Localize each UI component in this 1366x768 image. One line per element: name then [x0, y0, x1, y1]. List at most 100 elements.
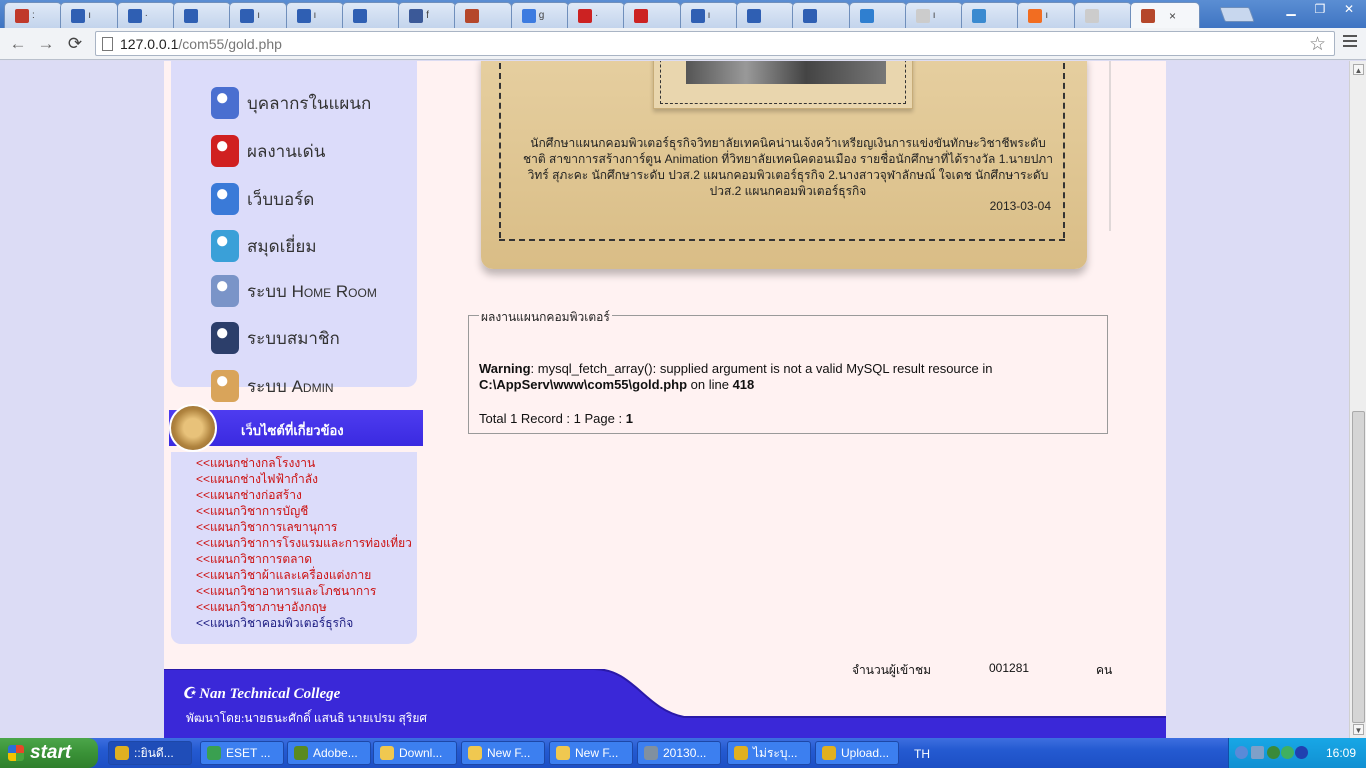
browser-tab[interactable]: ×	[1130, 2, 1200, 29]
tab-label: ı	[1045, 10, 1049, 21]
browser-tab[interactable]	[172, 2, 231, 28]
browser-tab[interactable]	[848, 2, 907, 28]
taskbar-item[interactable]: Adobe...	[287, 741, 371, 765]
related-site-link[interactable]: <<แผนกช่างก่อสร้าง	[196, 487, 417, 503]
related-site-link[interactable]: <<แผนกช่างกลโรงงาน	[196, 455, 417, 471]
blogger-icon	[1028, 8, 1043, 23]
browser-tab[interactable]	[623, 2, 682, 28]
dreamweaver-icon	[294, 746, 308, 760]
sidebar-menu-item[interactable]: ผลงานเด่น	[211, 135, 325, 167]
address-bar[interactable]: 127.0.0.1/com55/gold.php ☆	[95, 31, 1335, 56]
browser-tab[interactable]	[454, 2, 513, 28]
page-icon	[690, 8, 705, 23]
taskbar-item[interactable]: New F...	[549, 741, 633, 765]
scroll-thumb[interactable]	[1352, 411, 1365, 723]
sidebar-menu-item[interactable]: บุคลากรในแผนก	[211, 87, 371, 119]
related-site-link[interactable]: <<แผนกวิชาผ้าและเครื่องแต่งกาย	[196, 567, 417, 583]
sidebar-menu-item[interactable]: ระบบ Admin	[211, 370, 334, 402]
related-site-link[interactable]: <<แผนกวิชาการเลขานุการ	[196, 519, 417, 535]
language-indicator[interactable]: TH	[914, 747, 930, 761]
network-icon[interactable]	[1251, 746, 1264, 759]
page-icon	[127, 8, 142, 23]
college-seal-icon	[169, 404, 217, 452]
related-site-link[interactable]: <<แผนกวิชาการบัญชี	[196, 503, 417, 519]
taskbar-item[interactable]: Downl...	[373, 741, 457, 765]
scroll-down-arrow-icon[interactable]: ▼	[1353, 724, 1364, 735]
news-scrollbar[interactable]	[1109, 61, 1111, 231]
url-path: /com55/gold.php	[178, 35, 282, 52]
search-icon	[972, 8, 987, 23]
tray-arrow-icon[interactable]	[1235, 746, 1248, 759]
browser-tab[interactable]	[961, 2, 1020, 28]
tab-label: f	[426, 10, 429, 21]
related-site-link[interactable]: <<แผนกวิชาคอมพิวเตอร์ธุรกิจ	[196, 615, 417, 631]
page-icon	[352, 8, 367, 23]
browser-tab[interactable]: ı	[1017, 2, 1076, 28]
sidebar-menu-item[interactable]: ระบบสมาชิก	[211, 322, 340, 354]
page-footer: ☪ Nan Technical College พัฒนาโดย:นายธนะศ…	[164, 669, 1166, 738]
opera-icon	[15, 8, 29, 23]
browser-menu-icon[interactable]	[1343, 35, 1357, 50]
browser-tab[interactable]: ·	[116, 2, 175, 28]
url-host: 127.0.0.1	[120, 35, 179, 52]
flag-icon	[578, 8, 592, 23]
related-site-link[interactable]: <<แผนกวิชาการโรงแรมและการท่องเที่ยว	[196, 535, 417, 551]
start-button[interactable]: start	[0, 738, 98, 768]
reload-icon[interactable]: ⟳	[65, 34, 85, 54]
homeroom-icon	[211, 275, 239, 307]
close-window-button[interactable]: ✕	[1336, 0, 1362, 18]
back-arrow-icon[interactable]: ←	[8, 34, 28, 54]
sidebar-menu-item[interactable]: ระบบ Home Room	[211, 275, 377, 307]
browser-tab[interactable]	[1073, 2, 1132, 28]
forward-arrow-icon[interactable]: →	[36, 34, 56, 54]
related-site-link[interactable]: <<แผนกวิชาภาษาอังกฤษ	[196, 599, 417, 615]
related-site-link[interactable]: <<แผนกวิชาการตลาด	[196, 551, 417, 567]
page-icon	[71, 8, 86, 23]
taskbar-item[interactable]: New F...	[461, 741, 545, 765]
taskbar-item[interactable]: Upload...	[815, 741, 899, 765]
facebook-icon	[409, 8, 424, 23]
related-site-link[interactable]: <<แผนกวิชาอาหารและโภชนาการ	[196, 583, 417, 599]
browser-tab[interactable]: ı	[229, 2, 288, 28]
browser-tab[interactable]: ı	[60, 2, 119, 28]
taskbar-item[interactable]: 20130...	[637, 741, 721, 765]
php-warning: Warning: mysql_fetch_array(): supplied a…	[479, 361, 1079, 393]
page-icon	[746, 8, 761, 23]
window-controls: ▁ ❐ ✕	[1278, 0, 1362, 18]
page-scrollbar[interactable]: ▲ ▼	[1349, 61, 1366, 738]
new-tab-button[interactable]	[1219, 7, 1255, 22]
browser-tab[interactable]: g	[510, 2, 569, 28]
windows-taskbar: start TH 16:09 ::ยินดี... ESET ... Adobe..…	[0, 738, 1366, 768]
browser-tab[interactable]: ı	[679, 2, 738, 28]
browser-tab[interactable]: f	[398, 2, 457, 28]
browser-tab[interactable]	[735, 2, 794, 28]
close-tab-icon[interactable]: ×	[1169, 9, 1176, 23]
browser-tab[interactable]	[341, 2, 400, 28]
browser-tab[interactable]: ı	[904, 2, 963, 28]
browser-tab[interactable]: ı	[285, 2, 344, 28]
clock[interactable]: 16:09	[1326, 746, 1356, 760]
browser-tab[interactable]	[792, 2, 851, 28]
taskbar-item[interactable]: ไม่ระบุ...	[727, 741, 811, 765]
browser-tab[interactable]: :	[4, 2, 62, 28]
scroll-up-arrow-icon[interactable]: ▲	[1353, 64, 1364, 75]
security-icon[interactable]	[1267, 746, 1280, 759]
minimize-button[interactable]: ▁	[1278, 0, 1304, 18]
results-fieldset: ผลงานแผนกคอมพิวเตอร์ Warning: mysql_fetc…	[468, 308, 1108, 434]
bluetooth-icon[interactable]	[1295, 746, 1308, 759]
browser-tab[interactable]: ·	[567, 2, 625, 28]
bookmark-star-icon[interactable]: ☆	[1309, 33, 1326, 56]
maximize-button[interactable]: ❐	[1307, 0, 1333, 18]
news-date: 2013-03-04	[989, 199, 1051, 213]
eset-tray-icon[interactable]	[1281, 746, 1294, 759]
taskbar-item-label: Adobe...	[313, 746, 358, 760]
page-link[interactable]: 1	[626, 411, 633, 426]
related-site-link[interactable]: <<แผนกช่างไฟฟ้ากำลัง	[196, 471, 417, 487]
webboard-icon	[211, 183, 239, 215]
taskbar-item[interactable]: ESET ...	[200, 741, 284, 765]
sidebar-menu-item[interactable]: เว็บบอร์ด	[211, 183, 314, 215]
windows-logo-icon	[8, 745, 24, 761]
taskbar-item[interactable]: ::ยินดี...	[108, 741, 192, 765]
sidebar-menu-item[interactable]: สมุดเยี่ยม	[211, 230, 317, 262]
taskbar-item-label: Downl...	[399, 746, 443, 760]
